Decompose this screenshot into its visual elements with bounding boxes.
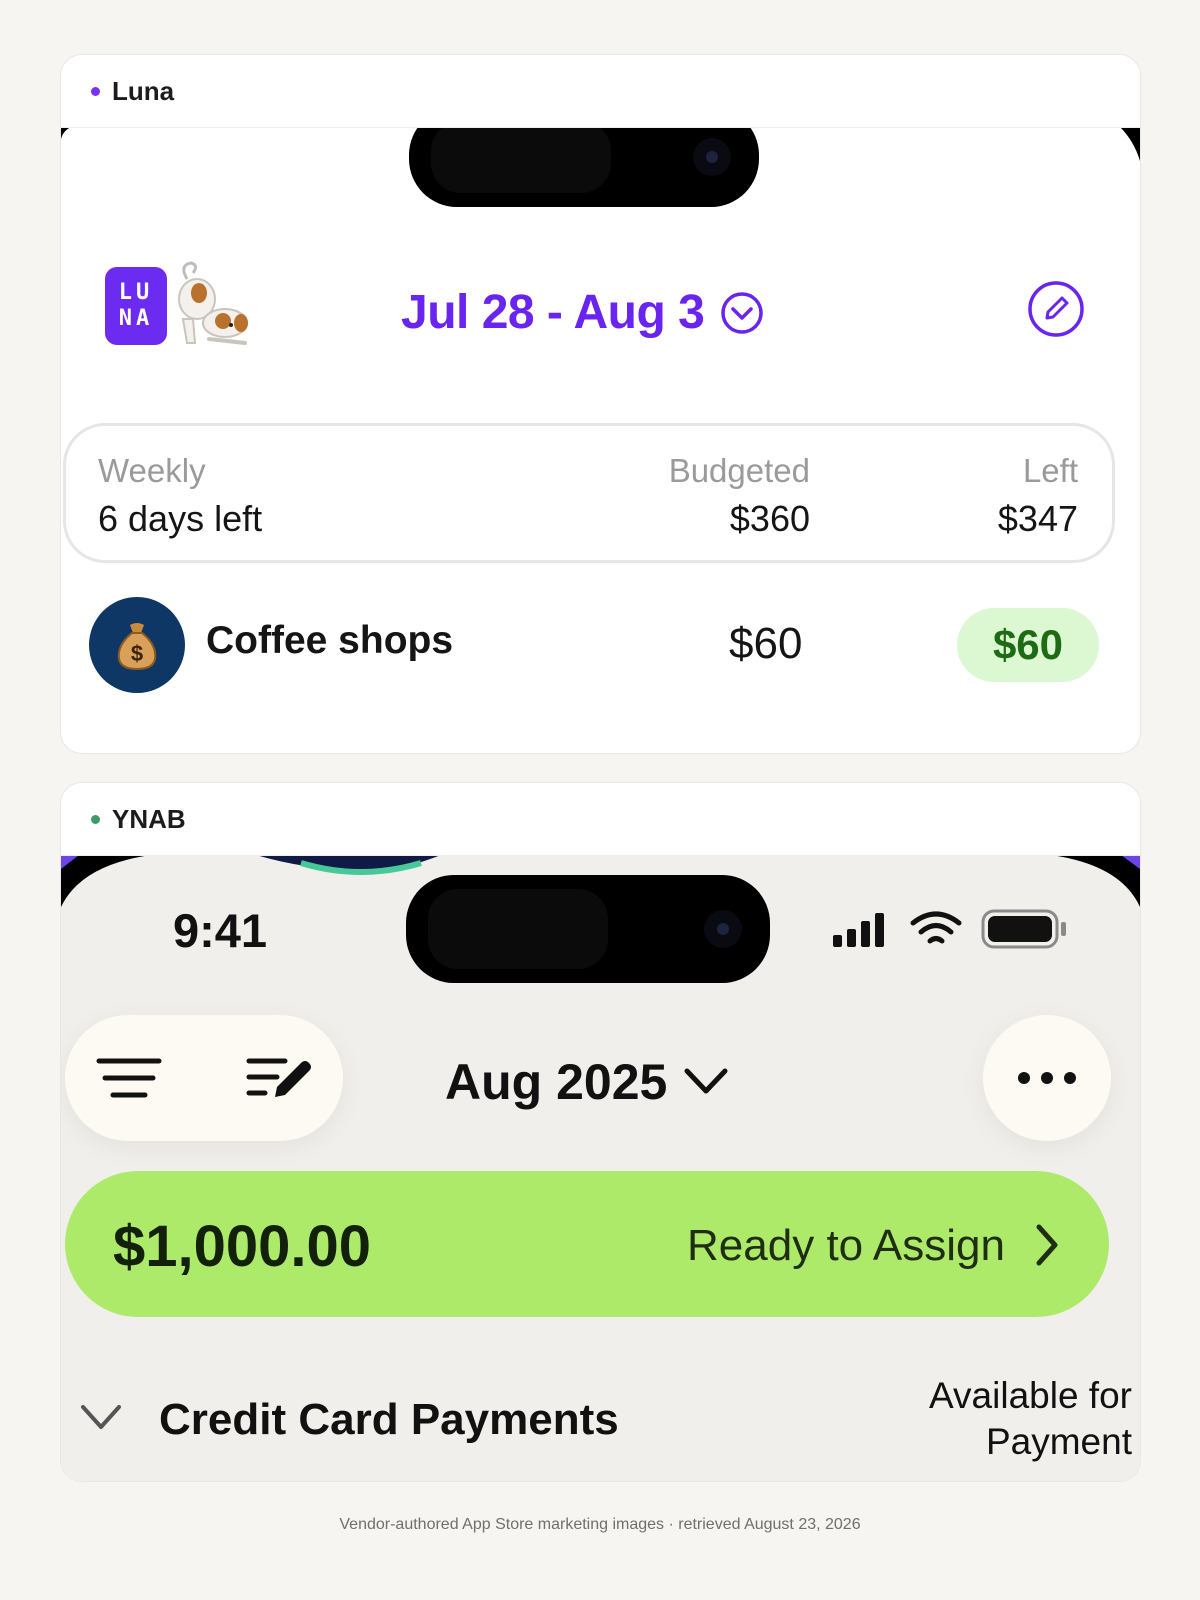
- left-label: Left: [1022, 452, 1078, 489]
- ynab-card-header: YNAB: [61, 783, 1140, 856]
- edit-pencil-button[interactable]: [1027, 280, 1085, 338]
- money-bag-icon: $: [89, 597, 185, 693]
- ynab-app-name: YNAB: [112, 803, 186, 834]
- date-range-selector[interactable]: Jul 28 - Aug 3: [401, 285, 764, 340]
- dynamic-island: [406, 875, 770, 983]
- ynab-card: YNAB 9:41 Aug 2025 $1,000.00 Ready to As…: [60, 782, 1141, 1482]
- luna-card: Luna LU NA Jul 28 - Aug 3 Weekly 6 days …: [60, 54, 1141, 754]
- category-name: Coffee shops: [206, 619, 454, 662]
- date-range-label: Jul 28 - Aug 3: [401, 286, 705, 339]
- month-selector[interactable]: Aug 2025: [445, 1053, 729, 1111]
- cellular-signal-icon: [833, 913, 884, 947]
- category-budgeted: $60: [729, 619, 803, 668]
- svg-text:$: $: [131, 641, 143, 666]
- chevron-right-icon: [1036, 1224, 1058, 1266]
- footer-caption: Vendor-authored App Store marketing imag…: [339, 1516, 861, 1533]
- dog-mascot-icon: [178, 261, 248, 345]
- phone-frame-corner-left: [61, 127, 71, 139]
- ynab-screenshot: 9:41 Aug 2025 $1,000.00 Ready to Assign …: [61, 855, 1140, 1481]
- toolbar-left-pill: [65, 1015, 343, 1141]
- luna-dot: [91, 86, 100, 96]
- left-value: $347: [997, 498, 1078, 539]
- luna-logo: LU NA: [105, 267, 167, 345]
- ready-to-assign-bar[interactable]: $1,000.00 Ready to Assign: [65, 1171, 1109, 1317]
- budgeted-value: $360: [729, 498, 810, 539]
- battery-icon: [981, 909, 1066, 949]
- wifi-icon: [910, 911, 962, 944]
- ready-to-assign-amount: $1,000.00: [113, 1214, 372, 1279]
- more-horizontal-icon: [1018, 1072, 1076, 1084]
- chevron-down-circle-icon: [721, 291, 764, 334]
- category-left-badge: $60: [957, 608, 1099, 682]
- category-group-title: Credit Card Payments: [159, 1395, 619, 1444]
- luna-app-name: Luna: [112, 75, 175, 106]
- status-bar-time: 9:41: [173, 904, 268, 957]
- more-options-button[interactable]: [983, 1015, 1111, 1141]
- edit-list-icon[interactable]: [245, 1053, 315, 1101]
- dynamic-island: [409, 127, 759, 207]
- luna-card-header: Luna: [61, 55, 1140, 128]
- status-bar-icons: [833, 909, 1066, 949]
- collapse-chevron-icon[interactable]: [79, 1403, 123, 1433]
- period-label: Weekly: [98, 452, 206, 489]
- weekly-summary-card: Weekly 6 days left Budgeted $360 Left $3…: [63, 423, 1115, 563]
- phone-frame-corner-right: [1120, 127, 1140, 161]
- luna-screenshot: LU NA Jul 28 - Aug 3 Weekly 6 days left …: [61, 127, 1140, 753]
- chevron-down-icon: [684, 1068, 728, 1094]
- budgeted-label: Budgeted: [668, 452, 810, 489]
- period-value: 6 days left: [98, 498, 263, 539]
- category-row-coffee-shops[interactable]: $ Coffee shops $60 $60: [61, 597, 1140, 697]
- available-for-payment-header: Available for Payment: [929, 1375, 1132, 1462]
- ready-to-assign-label: Ready to Assign: [687, 1221, 1005, 1270]
- month-label: Aug 2025: [445, 1054, 668, 1110]
- menu-icon[interactable]: [95, 1055, 163, 1101]
- ynab-dot: [91, 814, 100, 824]
